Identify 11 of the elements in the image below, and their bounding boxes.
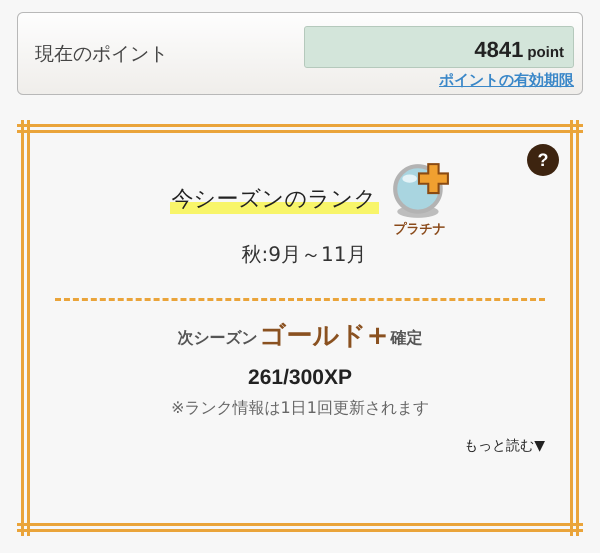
help-button[interactable]: ?	[527, 144, 559, 176]
rank-badge-label: プラチナ	[394, 220, 446, 238]
season-period: 秋:9月～11月	[242, 241, 366, 268]
next-season-prefix: 次シーズン	[178, 328, 258, 349]
points-unit: point	[527, 44, 564, 60]
read-more-link[interactable]: もっと読む▼	[464, 437, 545, 455]
points-value: 4841	[474, 36, 524, 62]
points-label: 現在のポイント	[35, 42, 168, 66]
next-rank-name: ゴールド+	[260, 323, 388, 349]
next-season-suffix: 確定	[390, 328, 422, 349]
update-note: ※ランク情報は1日1回更新されます	[171, 398, 429, 419]
